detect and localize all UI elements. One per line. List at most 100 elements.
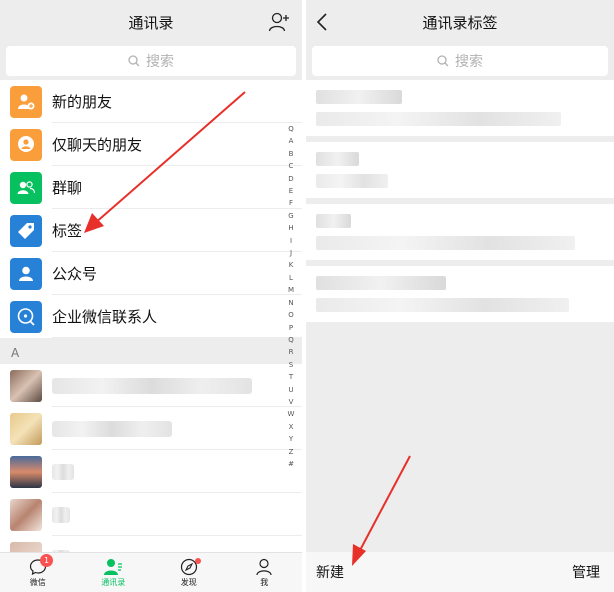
list-item-new-friends[interactable]: 新的朋友 (0, 80, 302, 123)
tag-icon (10, 214, 42, 247)
index-letter[interactable]: Q (288, 334, 294, 346)
function-list: 新的朋友 仅聊天的朋友 群聊 标签 公众号 企业微信联系人 (0, 80, 302, 338)
list-item-label: 标签 (52, 222, 83, 240)
avatar (10, 412, 42, 445)
index-letter[interactable]: Z (289, 446, 294, 458)
contacts-icon (104, 558, 123, 575)
notification-dot (195, 558, 201, 564)
blurred-text (316, 236, 576, 250)
blurred-name (52, 420, 172, 437)
list-item-label: 企业微信联系人 (52, 308, 158, 326)
section-header: A (0, 342, 302, 364)
tag-item[interactable] (306, 80, 614, 136)
index-letter[interactable]: X (289, 421, 294, 433)
search-icon (128, 55, 140, 67)
index-letter[interactable]: B (289, 148, 294, 160)
index-letter[interactable]: F (289, 197, 293, 209)
back-chevron-icon[interactable] (316, 12, 328, 32)
person-icon (256, 558, 272, 575)
list-item-group-chats[interactable]: 群聊 (0, 166, 302, 209)
list-item-official-accounts[interactable]: 公众号 (0, 252, 302, 295)
list-item[interactable] (0, 364, 302, 407)
index-letter[interactable]: M (288, 284, 294, 296)
blurred-text (316, 214, 351, 228)
tab-chats[interactable]: 1 微信 (0, 553, 76, 592)
index-letter[interactable]: K (289, 259, 294, 271)
index-letter[interactable]: R (289, 346, 294, 358)
add-friend-icon[interactable] (268, 11, 290, 33)
index-letter[interactable]: C (289, 160, 294, 172)
index-letter[interactable]: T (289, 371, 293, 383)
bottom-bar: 新建 管理 (306, 552, 614, 592)
index-letter[interactable]: I (290, 235, 292, 247)
list-item-label: 公众号 (52, 265, 98, 283)
new-tag-button[interactable]: 新建 (316, 562, 344, 582)
new-friend-icon (10, 85, 42, 118)
blurred-text (316, 276, 446, 290)
index-letter[interactable]: G (288, 210, 293, 222)
list-item-label: 仅聊天的朋友 (52, 136, 143, 154)
index-letter[interactable]: D (288, 173, 293, 185)
chat-only-friend-icon (10, 128, 42, 161)
avatar (10, 369, 42, 402)
page-title: 通讯录 (128, 13, 174, 32)
top-bar: 通讯录标签 (306, 0, 614, 44)
index-letter[interactable]: H (288, 222, 293, 234)
tag-list (306, 80, 614, 328)
tag-item[interactable] (306, 142, 614, 198)
alphabet-index[interactable]: Q A B C D E F G H I J K L M N O P Q R S T U V W X Y Z # (285, 123, 297, 470)
list-item-label: 新的朋友 (52, 93, 113, 111)
index-letter[interactable]: O (288, 309, 294, 321)
blurred-name (52, 377, 252, 394)
blurred-text (316, 112, 561, 126)
list-item-tags[interactable]: 标签 (0, 209, 302, 252)
blurred-text (316, 90, 403, 104)
tab-contacts[interactable]: 通讯录 (76, 553, 152, 592)
tag-item[interactable] (306, 266, 614, 322)
index-letter[interactable]: A (289, 135, 294, 147)
search-placeholder: 搜索 (146, 54, 174, 70)
list-item-work-contacts[interactable]: 企业微信联系人 (0, 295, 302, 338)
tab-label: 发现 (180, 577, 197, 587)
blurred-name (52, 463, 74, 480)
index-letter[interactable]: Y (289, 433, 293, 445)
index-letter[interactable]: Q (288, 123, 294, 135)
list-item-chat-only-friends[interactable]: 仅聊天的朋友 (0, 123, 302, 166)
search-placeholder: 搜索 (455, 54, 483, 70)
official-account-icon (10, 257, 42, 290)
work-contact-icon (10, 300, 42, 333)
list-item[interactable] (0, 493, 302, 536)
index-letter[interactable]: # (288, 458, 294, 470)
list-item[interactable] (0, 450, 302, 493)
contact-tags-screen: 通讯录标签 搜索 新建 管理 (306, 0, 614, 592)
search-input[interactable]: 搜索 (312, 46, 608, 76)
index-letter[interactable]: N (288, 297, 293, 309)
tab-me[interactable]: 我 (227, 553, 303, 592)
tab-label: 微信 (29, 577, 46, 587)
index-letter[interactable]: L (289, 272, 293, 284)
blurred-text (316, 152, 360, 166)
manage-button[interactable]: 管理 (572, 562, 600, 582)
search-input[interactable]: 搜索 (6, 46, 296, 76)
index-letter[interactable]: U (288, 384, 293, 396)
contact-list (0, 364, 302, 554)
index-letter[interactable]: S (289, 359, 293, 371)
tag-item[interactable] (306, 204, 614, 260)
list-item[interactable] (0, 407, 302, 450)
avatar (10, 455, 42, 488)
index-letter[interactable]: W (288, 408, 295, 420)
contacts-screen: 通讯录 搜索 新的朋友 仅聊天的朋友 群聊 标签 公众号 企业微信联系人 A Q… (0, 0, 302, 592)
search-icon (437, 55, 449, 67)
blurred-name (52, 506, 70, 523)
list-item-label: 群聊 (52, 179, 83, 197)
tab-bar: 1 微信 通讯录 发现 我 (0, 552, 302, 592)
index-letter[interactable]: E (289, 185, 293, 197)
page-title: 通讯录标签 (422, 13, 498, 32)
tab-discover[interactable]: 发现 (151, 553, 227, 592)
index-letter[interactable]: V (289, 396, 294, 408)
avatar (10, 498, 42, 531)
index-letter[interactable]: P (289, 322, 293, 334)
index-letter[interactable]: J (290, 247, 292, 259)
blurred-text (316, 298, 570, 312)
tab-label: 我 (260, 577, 269, 587)
